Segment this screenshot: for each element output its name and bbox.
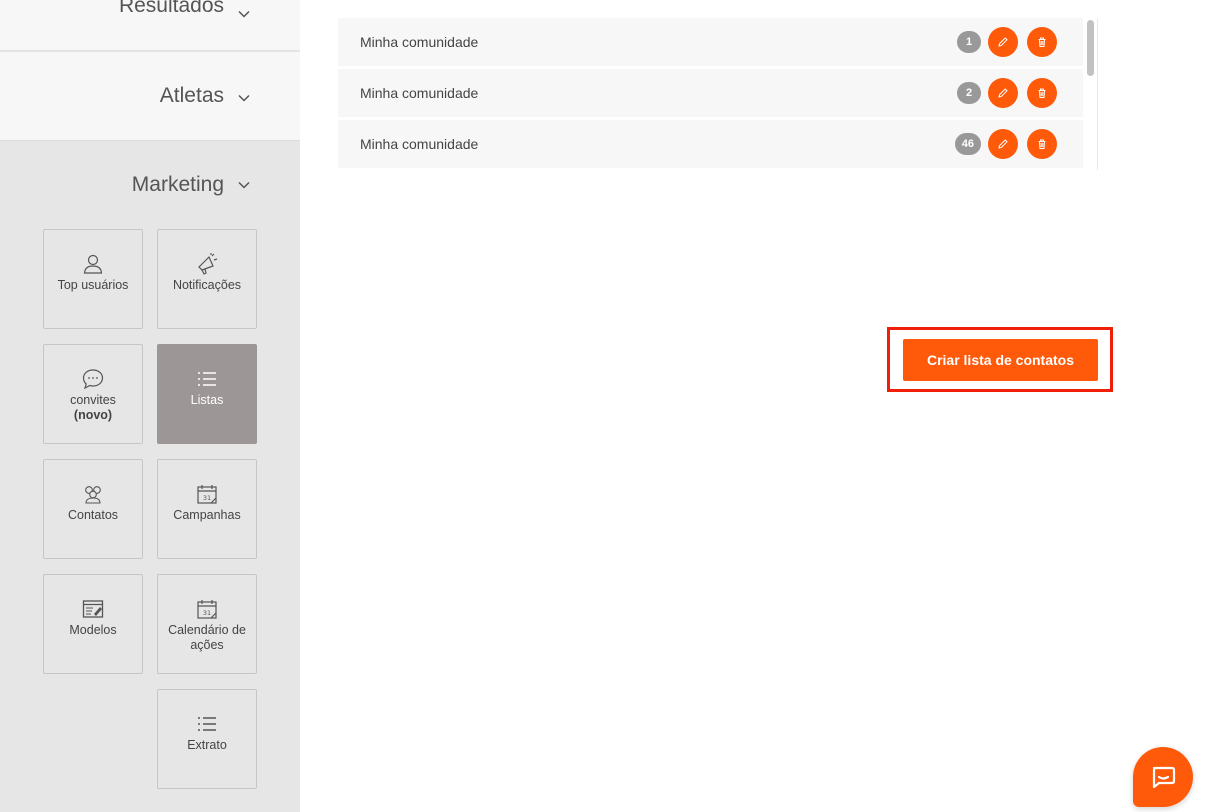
list-icon bbox=[198, 372, 216, 386]
tile-label: Notificações bbox=[172, 278, 242, 292]
tile-notificacoes[interactable]: Notificações bbox=[157, 229, 257, 329]
count-badge: 46 bbox=[954, 133, 981, 155]
pencil-icon bbox=[998, 88, 1008, 98]
row-actions: 2 bbox=[957, 78, 1057, 108]
chevron-down-icon bbox=[238, 10, 250, 18]
sidebar-section-marketing[interactable]: Marketing bbox=[0, 142, 300, 228]
tile-extrato[interactable]: Extrato bbox=[157, 689, 257, 789]
section-label: Resultados bbox=[118, 0, 224, 17]
megaphone-icon bbox=[198, 253, 218, 275]
tile-listas[interactable]: Listas bbox=[157, 344, 257, 444]
svg-text:31: 31 bbox=[203, 609, 211, 617]
template-icon bbox=[82, 600, 104, 618]
count-badge: 1 bbox=[957, 31, 981, 53]
tile-label: Campanhas bbox=[173, 508, 241, 522]
contact-lists: Minha comunidade 1 Minha comunidade 2 Mi… bbox=[338, 18, 1098, 170]
section-label: Marketing bbox=[131, 173, 224, 196]
trash-icon bbox=[1038, 139, 1046, 149]
calendar-icon: 31 bbox=[197, 485, 217, 504]
create-contact-list-button[interactable]: Criar lista de contatos bbox=[903, 339, 1098, 381]
delete-button[interactable] bbox=[1027, 129, 1057, 159]
chevron-down-icon bbox=[238, 94, 250, 102]
sidebar: Resultados Atletas Marketing Top usuário… bbox=[0, 0, 300, 812]
tile-calendario-de-acoes[interactable]: 31 Calendário de ações bbox=[157, 574, 257, 674]
tile-label: Calendário de ações bbox=[168, 623, 246, 652]
calendar-icon: 31 bbox=[197, 600, 217, 619]
tile-label: Top usuários bbox=[57, 278, 129, 292]
sidebar-section-atletas[interactable]: Atletas bbox=[0, 52, 300, 141]
list-scrollbar[interactable] bbox=[1087, 20, 1094, 76]
tile-campanhas[interactable]: 31 Campanhas bbox=[157, 459, 257, 559]
tile-modelos[interactable]: Modelos bbox=[43, 574, 143, 674]
chevron-down-icon bbox=[238, 181, 250, 189]
count-badge: 2 bbox=[957, 82, 981, 104]
tile-label: Contatos bbox=[67, 508, 119, 522]
trash-icon bbox=[1038, 37, 1046, 47]
chat-widget-button[interactable] bbox=[1133, 747, 1193, 807]
list-row[interactable]: Minha comunidade 1 bbox=[338, 18, 1083, 66]
sidebar-section-resultados[interactable]: Resultados bbox=[0, 0, 300, 51]
list-row[interactable]: Minha comunidade 2 bbox=[338, 69, 1083, 117]
row-actions: 46 bbox=[954, 129, 1057, 159]
chat-bubble-icon bbox=[82, 369, 104, 390]
list-icon bbox=[198, 717, 216, 731]
group-icon bbox=[85, 486, 101, 504]
tile-label: Extrato bbox=[187, 738, 227, 752]
user-icon bbox=[83, 254, 103, 274]
tile-label: Listas bbox=[190, 393, 224, 407]
tile-top-usuarios[interactable]: Top usuários bbox=[43, 229, 143, 329]
pencil-icon bbox=[998, 139, 1008, 149]
tile-convites[interactable]: convites (novo) bbox=[43, 344, 143, 444]
edit-button[interactable] bbox=[988, 78, 1018, 108]
svg-text:31: 31 bbox=[203, 494, 211, 502]
tile-label: convites bbox=[70, 393, 116, 407]
chat-icon bbox=[1152, 766, 1176, 788]
tile-contatos[interactable]: Contatos bbox=[43, 459, 143, 559]
trash-icon bbox=[1038, 88, 1046, 98]
tile-new-tag: (novo) bbox=[73, 408, 113, 422]
edit-button[interactable] bbox=[988, 27, 1018, 57]
edit-button[interactable] bbox=[988, 129, 1018, 159]
delete-button[interactable] bbox=[1027, 78, 1057, 108]
list-name: Minha comunidade bbox=[360, 34, 479, 50]
delete-button[interactable] bbox=[1027, 27, 1057, 57]
pencil-icon bbox=[998, 37, 1008, 47]
list-row[interactable]: Minha comunidade 46 bbox=[338, 120, 1083, 168]
tile-label: Modelos bbox=[69, 623, 117, 637]
row-actions: 1 bbox=[957, 27, 1057, 57]
list-name: Minha comunidade bbox=[360, 136, 479, 152]
list-name: Minha comunidade bbox=[360, 85, 479, 101]
section-label: Atletas bbox=[159, 84, 224, 107]
